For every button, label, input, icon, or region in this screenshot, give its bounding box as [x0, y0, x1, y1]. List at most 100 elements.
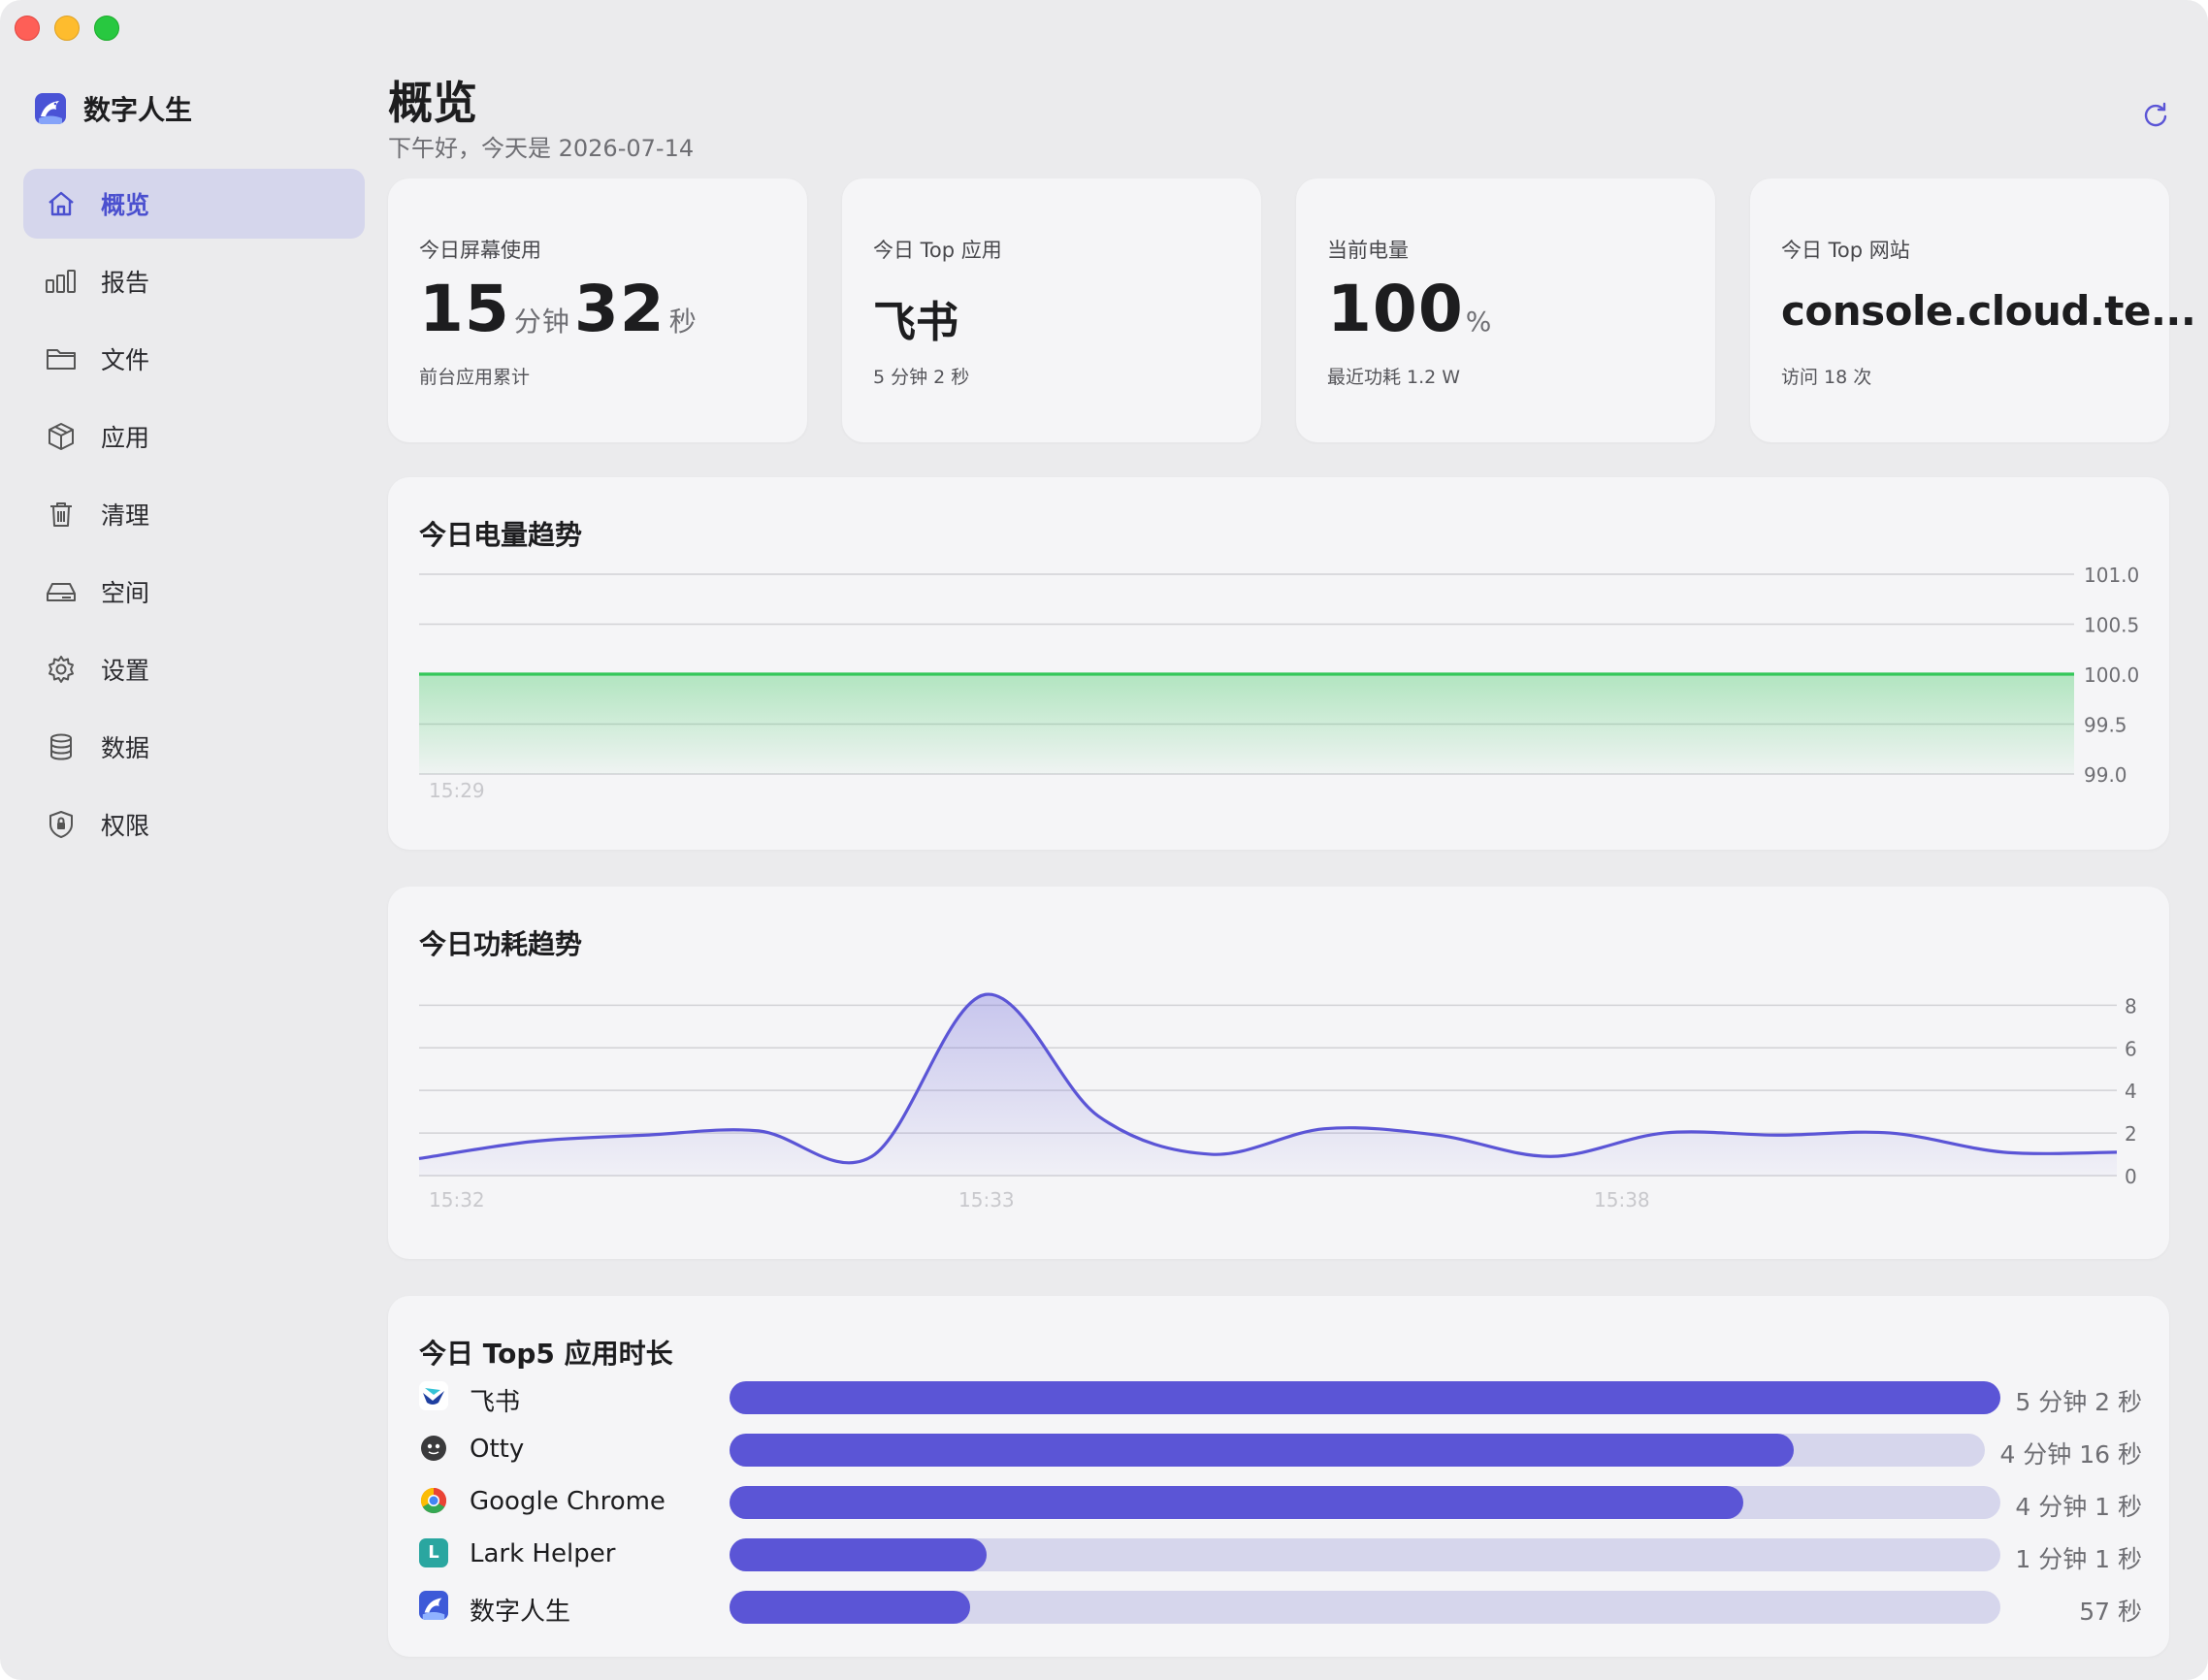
sidebar-item-overview[interactable]: 概览 — [23, 169, 365, 239]
y-tick-label: 101.0 — [2084, 564, 2139, 587]
app-name: Google Chrome — [470, 1487, 666, 1516]
usage-time: 4 分钟 16 秒 — [1999, 1440, 2142, 1469]
battery-unit: % — [1465, 306, 1493, 338]
power-trend-card: 今日功耗趋势 8 6 4 2 0 15:32 15:33 15:38 — [388, 887, 2169, 1259]
folder-icon — [45, 342, 78, 375]
top5-row[interactable]: Otty 4 分钟 16 秒 — [419, 1434, 2142, 1469]
otty-icon — [419, 1434, 448, 1463]
usage-bar-fill — [730, 1538, 987, 1571]
trash-icon — [45, 498, 78, 531]
page-subtitle: 下午好，今天是 2026-07-14 — [388, 135, 695, 162]
seconds-value: 32 — [573, 272, 666, 346]
series-area — [419, 674, 2074, 774]
database-icon — [45, 730, 78, 763]
sidebar-nav: 概览 报告 文件 应用 清理 空间 设置 数据 权限 — [23, 169, 365, 867]
app-logo-icon — [419, 1591, 448, 1620]
stat-card-battery: 当前电量 100% 最近功耗 1.2 W — [1296, 178, 1715, 442]
stat-value: 100% — [1327, 272, 1492, 346]
battery-value: 100 — [1327, 272, 1464, 346]
sidebar-item-label: 空间 — [101, 579, 150, 607]
feishu-icon — [419, 1381, 448, 1410]
refresh-icon[interactable] — [2140, 99, 2171, 130]
stat-sub: 访问 18 次 — [1781, 367, 1872, 388]
sidebar-item-clean[interactable]: 清理 — [23, 479, 365, 549]
sidebar-item-label: 权限 — [101, 812, 150, 840]
y-tick-label: 4 — [2125, 1080, 2137, 1103]
lark-helper-icon: L — [419, 1538, 448, 1567]
stat-sub: 5 分钟 2 秒 — [873, 367, 970, 388]
usage-bar-track — [730, 1591, 2000, 1624]
app-window: 数字人生 概览 报告 文件 应用 清理 空间 设置 数据 权限 概览 下午好，今… — [0, 0, 2208, 1680]
sidebar-item-space[interactable]: 空间 — [23, 557, 365, 627]
x-tick-label: 15:33 — [958, 1188, 1015, 1212]
stat-value: console.cloud.te... — [1781, 287, 2196, 335]
usage-bar-track — [730, 1434, 1985, 1467]
y-tick-label: 99.0 — [2084, 763, 2127, 787]
sidebar-item-label: 清理 — [101, 501, 150, 530]
sidebar: 数字人生 概览 报告 文件 应用 清理 空间 设置 数据 权限 — [0, 0, 378, 1680]
sidebar-item-label: 设置 — [101, 657, 150, 685]
brand-name: 数字人生 — [83, 94, 193, 126]
sidebar-item-label: 应用 — [101, 424, 150, 452]
bar-chart-icon — [45, 265, 78, 298]
sidebar-item-files[interactable]: 文件 — [23, 324, 365, 394]
app-name: 数字人生 — [470, 1598, 571, 1627]
y-tick-label: 8 — [2125, 994, 2137, 1018]
stat-sub: 前台应用累计 — [419, 367, 531, 388]
app-name: 飞书 — [470, 1388, 521, 1417]
series-area — [419, 994, 2117, 1176]
usage-time: 1 分钟 1 秒 — [2015, 1545, 2142, 1573]
usage-time: 5 分钟 2 秒 — [2015, 1388, 2142, 1416]
page-title: 概览 — [388, 77, 477, 129]
top5-row[interactable]: 飞书 5 分钟 2 秒 — [419, 1381, 2142, 1417]
sidebar-item-label: 报告 — [101, 269, 150, 297]
brand: 数字人生 — [35, 89, 192, 128]
minutes-unit: 分钟 — [513, 306, 570, 338]
sidebar-item-data[interactable]: 数据 — [23, 712, 365, 782]
sidebar-item-apps[interactable]: 应用 — [23, 402, 365, 471]
stat-label: 当前电量 — [1327, 239, 1409, 262]
y-tick-label: 100.5 — [2084, 614, 2139, 637]
top5-row[interactable]: 数字人生 57 秒 — [419, 1591, 2142, 1627]
sidebar-item-report[interactable]: 报告 — [23, 246, 365, 316]
stat-value: 飞书 — [873, 298, 958, 347]
seconds-unit: 秒 — [668, 306, 698, 338]
usage-bar-fill — [730, 1434, 1795, 1467]
usage-time: 57 秒 — [2079, 1598, 2142, 1626]
sidebar-item-settings[interactable]: 设置 — [23, 634, 365, 704]
chrome-icon — [419, 1486, 448, 1515]
top5-row[interactable]: L Lark Helper 1 分钟 1 秒 — [419, 1538, 2142, 1573]
stat-label: 今日屏幕使用 — [419, 239, 541, 262]
power-trend-chart: 8 6 4 2 0 15:32 15:33 15:38 — [418, 992, 2137, 1212]
usage-time: 4 分钟 1 秒 — [2015, 1493, 2142, 1521]
battery-trend-card: 今日电量趋势 101.0 100.5 100.0 99.5 99.0 15:29 — [388, 477, 2169, 850]
stat-value: 15 分钟32 秒 — [419, 272, 701, 346]
home-icon — [45, 187, 78, 220]
sidebar-item-permissions[interactable]: 权限 — [23, 790, 365, 859]
app-name: Otty — [470, 1435, 525, 1464]
usage-bar-fill — [730, 1381, 2000, 1414]
section-title: 今日 Top5 应用时长 — [419, 1338, 673, 1370]
usage-bar-fill — [730, 1591, 970, 1624]
battery-trend-chart: 101.0 100.5 100.0 99.5 99.0 15:29 — [419, 564, 2139, 802]
y-tick-label: 100.0 — [2084, 663, 2139, 687]
y-tick-label: 99.5 — [2084, 714, 2127, 737]
sidebar-item-label: 数据 — [101, 734, 150, 762]
app-name: Lark Helper — [470, 1539, 616, 1568]
x-tick-label: 15:32 — [429, 1188, 485, 1212]
usage-bar-fill — [730, 1486, 1744, 1519]
usage-bar-track — [730, 1486, 2000, 1519]
stat-sub: 最近功耗 1.2 W — [1327, 367, 1461, 388]
y-tick-label: 2 — [2125, 1122, 2137, 1146]
sidebar-item-label: 文件 — [101, 346, 150, 374]
top5-row[interactable]: Google Chrome 4 分钟 1 秒 — [419, 1486, 2142, 1521]
shield-icon — [45, 808, 78, 841]
cube-icon — [45, 420, 78, 453]
usage-bar-track — [730, 1381, 2000, 1414]
disk-icon — [45, 575, 78, 608]
stat-card-top-app: 今日 Top 应用 飞书 5 分钟 2 秒 — [842, 178, 1261, 442]
top5-apps-card: 今日 Top5 应用时长 飞书 5 分钟 2 秒 Otty 4 分钟 16 秒 … — [388, 1296, 2169, 1657]
stat-card-top-site: 今日 Top 网站 console.cloud.te... 访问 18 次 — [1750, 178, 2196, 442]
minutes-value: 15 — [419, 272, 510, 346]
stat-card-screen-time: 今日屏幕使用 15 分钟32 秒 前台应用累计 — [388, 178, 807, 442]
